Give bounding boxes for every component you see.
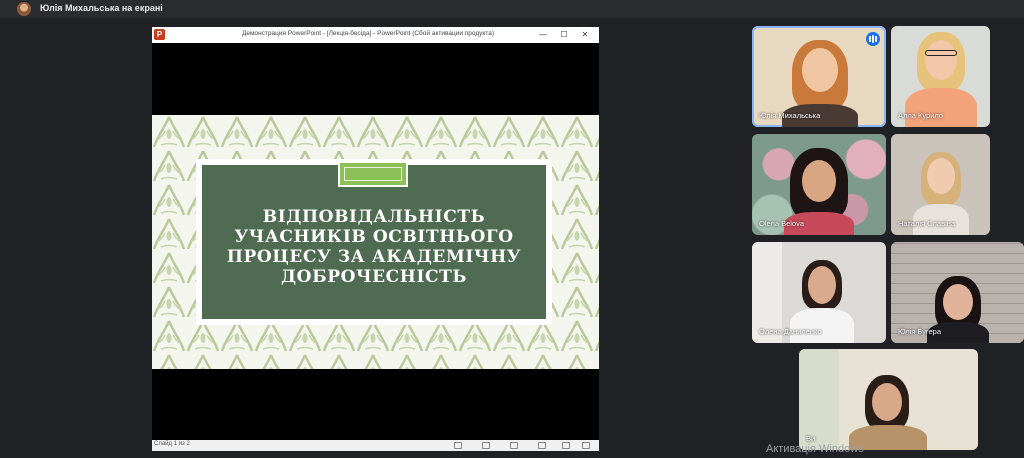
- presenting-bar: Юлія Михальська на екрані: [0, 0, 1024, 18]
- shared-screen: P Демонстрация PowerPoint - [Лекція-бесі…: [152, 27, 599, 451]
- ppt-window-title: Демонстрация PowerPoint - [Лекція-бесіда…: [241, 30, 495, 37]
- participant-tile[interactable]: Алла Курило: [891, 26, 990, 127]
- slide: Відповідальність учасників освітнього пр…: [152, 115, 599, 369]
- slide-counter: Слайд 1 из 2: [154, 441, 190, 447]
- presenter-avatar: [17, 2, 31, 16]
- menu-icon[interactable]: [582, 442, 590, 449]
- ppt-titlebar: P Демонстрация PowerPoint - [Лекція-бесі…: [152, 27, 599, 43]
- participant-tile[interactable]: Юлія Михальська: [752, 26, 886, 127]
- participant-name: Юлія Михальська: [759, 111, 821, 120]
- close-icon[interactable]: ✕: [578, 28, 592, 42]
- reading-view-icon[interactable]: [510, 442, 518, 449]
- participant-name: Олена Даниленко: [759, 327, 822, 336]
- slide-title: Відповідальність учасників освітнього пр…: [226, 207, 522, 287]
- participant-name: Наталія Славіна: [898, 219, 956, 228]
- windows-activation-watermark: Активація Windows: [766, 443, 864, 455]
- speaking-indicator-icon: [866, 32, 880, 46]
- participant-tile-self[interactable]: Ви: [799, 349, 978, 450]
- slideshow-icon[interactable]: [562, 442, 570, 449]
- participant-tile[interactable]: Юлія Бугера: [891, 242, 1024, 343]
- participant-name: Olena Belova: [759, 219, 805, 228]
- slide-sorter-icon[interactable]: [482, 442, 490, 449]
- slide-accent-tab: [338, 161, 408, 187]
- ppt-statusbar: Слайд 1 из 2: [152, 440, 599, 451]
- participant-name: Алла Курило: [898, 111, 944, 120]
- normal-view-icon[interactable]: [454, 442, 462, 449]
- participant-tile[interactable]: Наталія Славіна: [891, 134, 990, 235]
- presenting-label: Юлія Михальська на екрані: [40, 3, 163, 13]
- maximize-icon[interactable]: ☐: [557, 28, 571, 42]
- minimize-icon[interactable]: —: [536, 28, 550, 42]
- participant-tile[interactable]: Олена Даниленко: [752, 242, 886, 343]
- participant-name: Ви: [806, 434, 816, 443]
- participant-name: Юлія Бугера: [898, 327, 942, 336]
- participant-tile[interactable]: Olena Belova: [752, 134, 886, 235]
- powerpoint-icon: P: [154, 29, 165, 40]
- grid-view-icon[interactable]: [538, 442, 546, 449]
